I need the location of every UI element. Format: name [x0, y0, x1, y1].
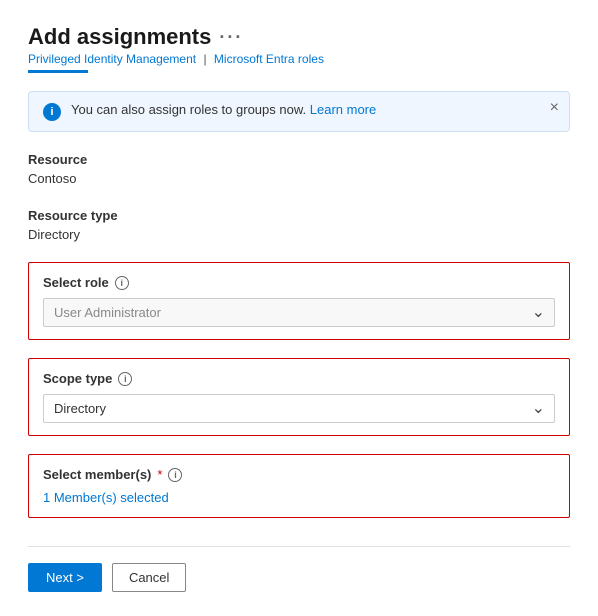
scope-type-label: Scope type: [43, 371, 112, 386]
select-members-info-icon: i: [168, 468, 182, 482]
resource-type-section: Resource type Directory: [28, 208, 570, 244]
select-role-info-icon: i: [115, 276, 129, 290]
resource-label: Resource: [28, 152, 570, 167]
footer-divider: [28, 546, 570, 547]
resource-section: Resource Contoso: [28, 152, 570, 188]
select-role-wrapper: User Administrator User Administrator Gl…: [43, 298, 555, 327]
breadcrumb-separator: |: [203, 52, 206, 66]
select-members-section: Select member(s) * i 1 Member(s) selecte…: [28, 454, 570, 518]
page-title-ellipsis: ···: [219, 27, 243, 48]
select-members-required: *: [157, 467, 162, 482]
resource-type-label: Resource type: [28, 208, 570, 223]
info-banner: i You can also assign roles to groups no…: [28, 91, 570, 132]
breadcrumb: Privileged Identity Management | Microso…: [28, 52, 570, 66]
members-selected-link[interactable]: 1 Member(s) selected: [43, 490, 555, 505]
select-role-section: Select role i User Administrator User Ad…: [28, 262, 570, 340]
select-members-label: Select member(s): [43, 467, 151, 482]
title-underline: [28, 70, 88, 73]
scope-type-section: Scope type i Directory Administrative Un…: [28, 358, 570, 436]
page-title: Add assignments ···: [28, 24, 243, 50]
breadcrumb-part2: Microsoft Entra roles: [214, 52, 324, 66]
resource-type-value: Directory: [28, 225, 570, 244]
select-role-label: Select role: [43, 275, 109, 290]
banner-close-button[interactable]: ×: [550, 100, 559, 116]
resource-value: Contoso: [28, 169, 570, 188]
next-button[interactable]: Next >: [28, 563, 102, 592]
breadcrumb-part1: Privileged Identity Management: [28, 52, 196, 66]
banner-text-content: You can also assign roles to groups now.: [71, 102, 306, 117]
info-icon: i: [43, 103, 61, 121]
learn-more-link[interactable]: Learn more: [310, 102, 376, 117]
scope-type-dropdown[interactable]: Directory Administrative Unit: [43, 394, 555, 423]
scope-type-wrapper: Directory Administrative Unit: [43, 394, 555, 423]
scope-type-info-icon: i: [118, 372, 132, 386]
select-role-dropdown[interactable]: User Administrator User Administrator Gl…: [43, 298, 555, 327]
footer: Next > Cancel: [28, 563, 570, 592]
banner-text: You can also assign roles to groups now.…: [71, 102, 555, 117]
page-title-text: Add assignments: [28, 24, 211, 50]
cancel-button[interactable]: Cancel: [112, 563, 186, 592]
